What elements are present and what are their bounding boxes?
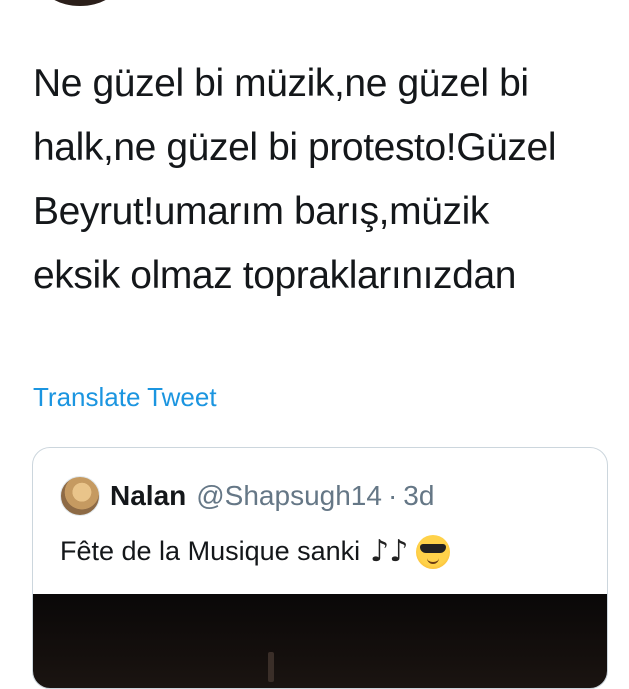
separator-dot: · [387, 480, 398, 511]
musical-notes-icon: ♪♪ [370, 534, 409, 569]
tweet-text: Ne güzel bi müzik,ne güzel bi halk,ne gü… [33, 62, 557, 297]
quoted-author-avatar[interactable] [60, 476, 100, 516]
quoted-tweet-text-row: Fête de la Musique sanki ♪♪ [60, 534, 451, 569]
quoted-tweet-header: Nalan @Shapsugh14 · 3d [60, 476, 434, 516]
author-avatar[interactable] [42, 0, 118, 6]
quoted-tweet-text: Fête de la Musique sanki [60, 536, 361, 566]
quoted-author-handle[interactable]: @Shapsugh14 [196, 480, 382, 512]
sunglasses-face-icon [416, 534, 451, 569]
translate-tweet-link[interactable]: Translate Tweet [33, 382, 217, 413]
quoted-author-name[interactable]: Nalan [110, 480, 186, 512]
media-stage-light [268, 652, 274, 682]
quoted-tweet-card[interactable]: Nalan @Shapsugh14 · 3d Fête de la Musiqu… [32, 447, 608, 689]
quoted-tweet-timestamp[interactable]: 3d [403, 480, 434, 512]
quoted-tweet-media[interactable] [33, 594, 607, 688]
